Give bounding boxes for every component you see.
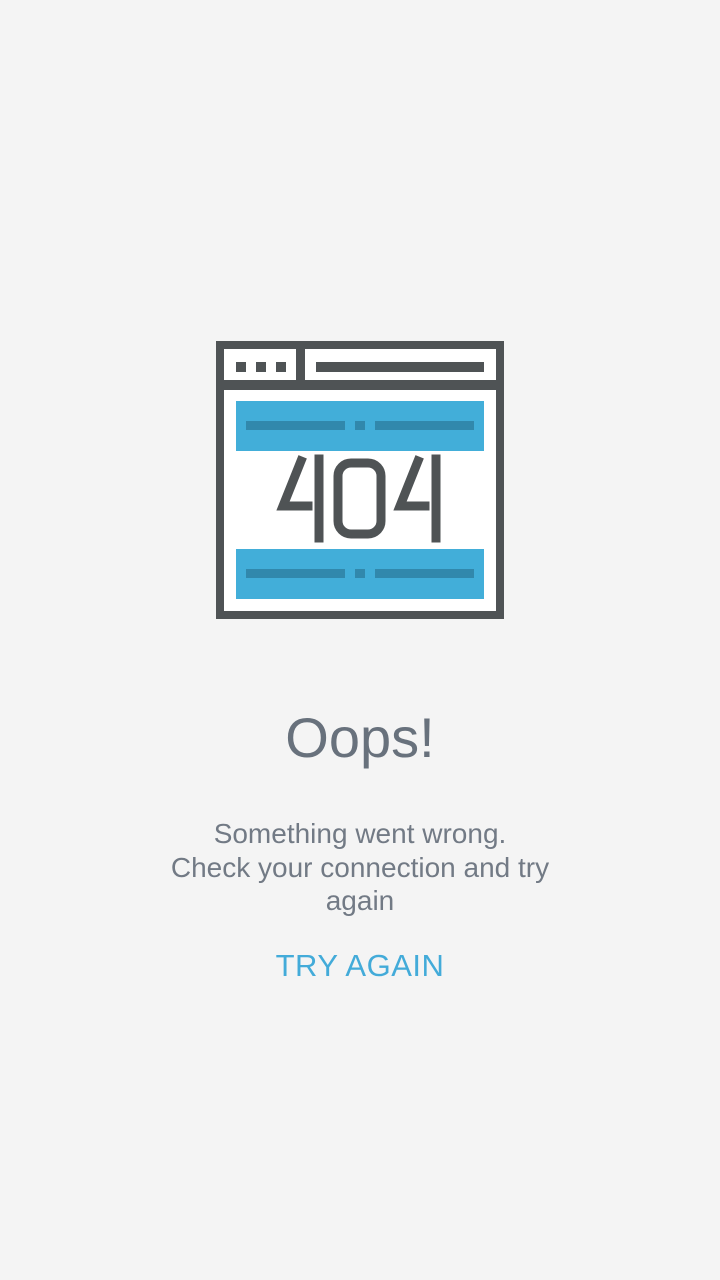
error-message: Something went wrong. Check your connect… — [160, 817, 560, 918]
error-message-line: Check your connection and try — [170, 851, 550, 883]
error-message-line: Something went wrong. — [213, 818, 507, 849]
try-again-button[interactable]: TRY AGAIN — [250, 944, 470, 988]
error-message-line: again — [325, 885, 395, 916]
error-title: Oops! — [285, 706, 435, 769]
browser-window-404-icon — [216, 341, 504, 619]
error-404-illustration — [216, 341, 504, 619]
